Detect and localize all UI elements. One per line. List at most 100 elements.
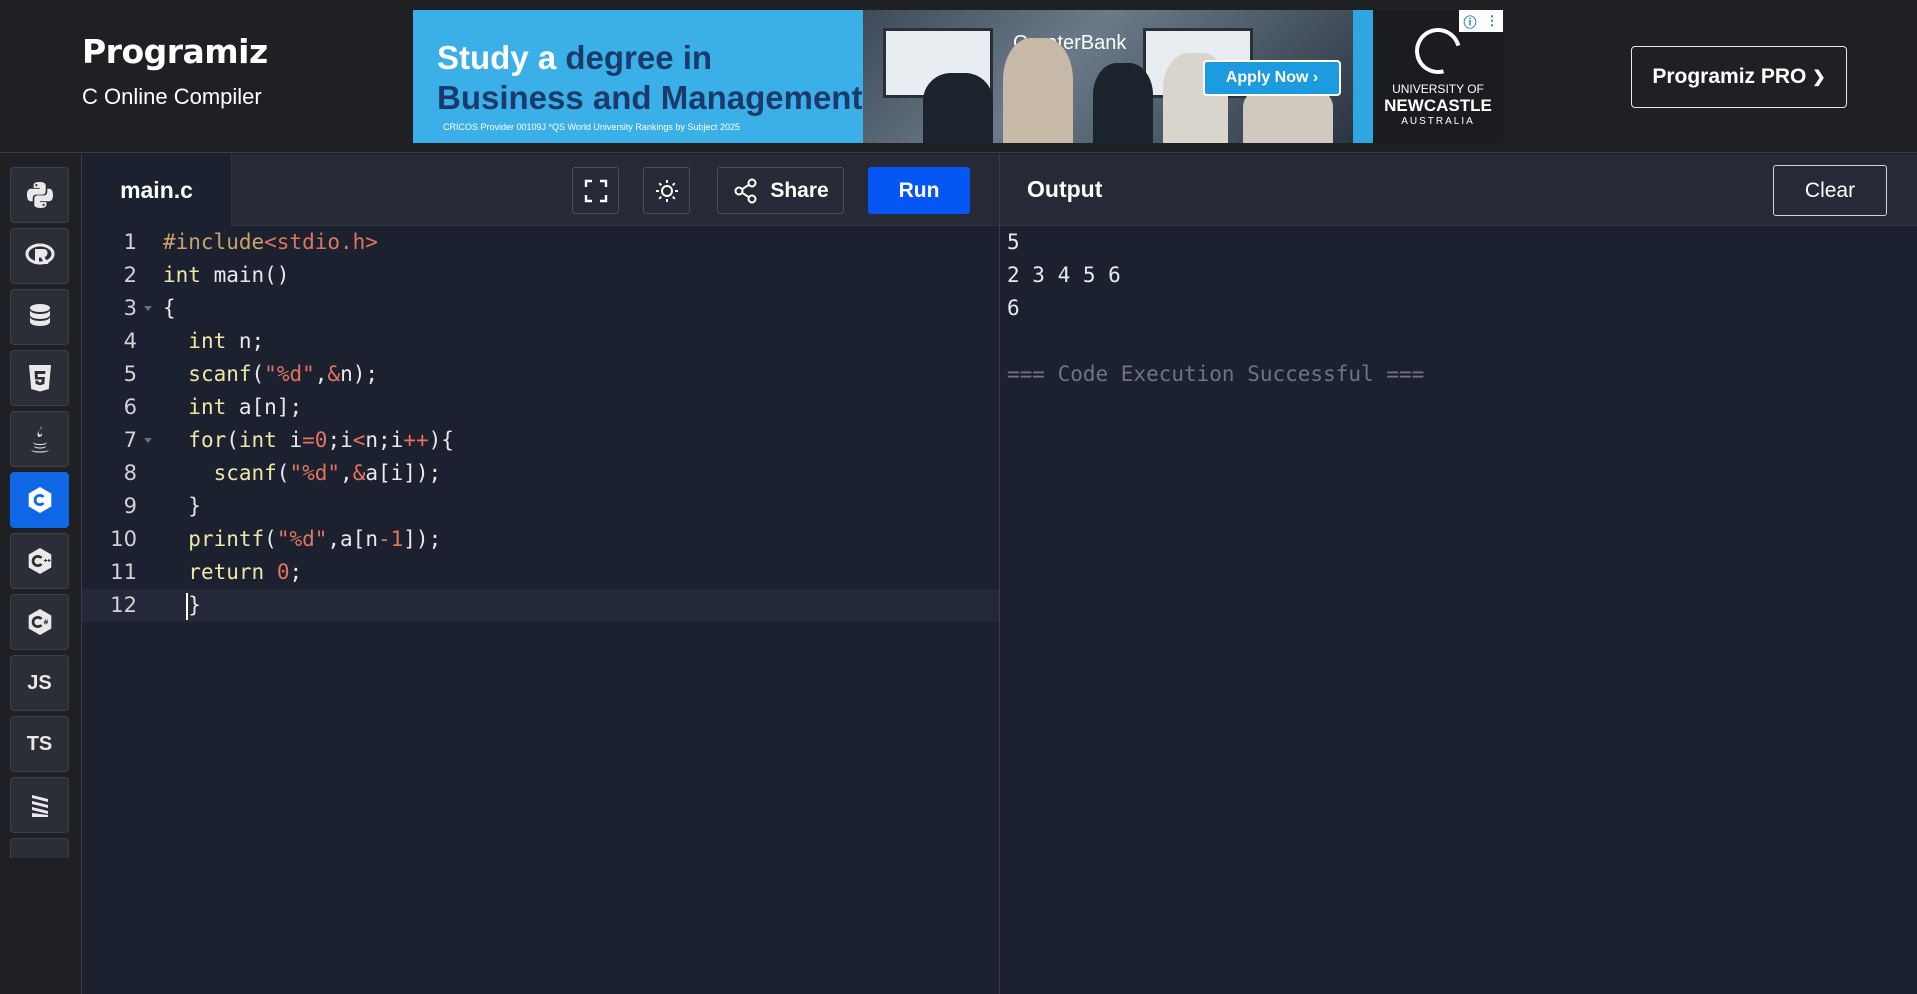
output-console[interactable]: 5 2 3 4 5 6 6 === Code Execution Success…: [1007, 226, 1424, 391]
swift-icon: [31, 795, 48, 817]
advertisement-banner[interactable]: Study a degree in Business and Managemen…: [413, 10, 1503, 143]
csharp-icon: [28, 609, 51, 635]
top-header: Programiz C Online Compiler Study a degr…: [0, 0, 1917, 153]
ad-apply-label: Apply Now: [1225, 69, 1309, 86]
ad-headline: Study a degree in Business and Managemen…: [437, 38, 862, 118]
programiz-pro-button[interactable]: Programiz PRO ❯: [1631, 46, 1847, 108]
cpp-icon: [28, 548, 51, 574]
run-button[interactable]: Run: [868, 167, 970, 214]
tab-main-c[interactable]: main.c: [82, 154, 232, 226]
sidebar-item-python[interactable]: [10, 167, 69, 223]
sidebar-item-swift[interactable]: [10, 777, 69, 833]
output-line: 6: [1007, 296, 1020, 320]
line-number: 5: [123, 362, 137, 386]
code-line-text: }: [163, 589, 201, 622]
theme-toggle-button[interactable]: [643, 167, 690, 214]
pro-button-label: Programiz PRO: [1652, 65, 1807, 88]
ad-choices[interactable]: ⓘ ⋮: [1459, 10, 1503, 32]
line-number: 8: [123, 461, 137, 485]
sidebar-item-csharp[interactable]: [10, 594, 69, 650]
code-line-text: int a[n];: [188, 395, 303, 419]
line-number: 7: [123, 428, 137, 452]
line-number: 6: [123, 395, 137, 419]
sidebar-item-html[interactable]: [10, 350, 69, 406]
fullscreen-icon: [584, 179, 607, 202]
share-icon: [734, 178, 757, 203]
line-number: 1: [123, 230, 137, 254]
ad-person: [1093, 63, 1153, 143]
code-editor-pane: main.c Share Run 1 #include<stdio.h> 2 i…: [82, 154, 999, 994]
sidebar-item-c[interactable]: [10, 472, 69, 528]
sidebar-item-javascript[interactable]: JS: [10, 655, 69, 711]
code-line: 10 printf("%d",a[n-1]);: [82, 523, 999, 556]
line-number: 2: [123, 263, 137, 287]
ad-person: [1003, 38, 1073, 143]
code-line-active: 12 }: [82, 589, 999, 622]
code-line-text: printf("%d",a[n-1]);: [188, 527, 442, 551]
code-line: 8 scanf("%d",&a[i]);: [82, 457, 999, 490]
ad-uni-line1: UNIVERSITY OF: [1392, 82, 1484, 96]
line-number: 4: [123, 329, 137, 353]
code-line-text: scanf("%d",&a[i]);: [213, 461, 442, 485]
sidebar-item-java[interactable]: [10, 411, 69, 467]
output-title: Output: [1027, 176, 1103, 202]
sidebar-item-cpp[interactable]: [10, 533, 69, 589]
ad-headline-part1: Study a: [437, 39, 566, 76]
code-line-text: return 0;: [188, 560, 303, 584]
code-line-text: }: [163, 494, 201, 518]
code-line: 5 scanf("%d",&n);: [82, 358, 999, 391]
ad-apply-button[interactable]: Apply Now ›: [1203, 60, 1341, 96]
code-line: 6 int a[n];: [82, 391, 999, 424]
fold-arrow-icon[interactable]: [144, 306, 152, 311]
text-cursor: [186, 592, 189, 620]
chevron-right-icon: ❯: [1812, 69, 1826, 86]
theme-toggle-icon: [655, 179, 678, 202]
execution-status: === Code Execution Successful ===: [1007, 362, 1425, 386]
share-label: Share: [770, 178, 829, 202]
more-vertical-icon[interactable]: ⋮: [1485, 13, 1498, 29]
output-line: 2 3 4 5 6: [1007, 263, 1121, 287]
database-icon: [29, 304, 50, 326]
ad-uni-line3: AUSTRALIA: [1401, 116, 1475, 127]
sidebar-item-r[interactable]: [10, 228, 69, 284]
code-line: 9 }: [82, 490, 999, 523]
code-line: 4 int n;: [82, 325, 999, 358]
sidebar-item-sql[interactable]: [10, 289, 69, 345]
line-number: 9: [123, 494, 137, 518]
ad-fine-print: CRICOS Provider 00109J *QS World Univers…: [443, 122, 740, 132]
share-button[interactable]: Share: [717, 167, 844, 214]
ad-text-panel: Study a degree in Business and Managemen…: [413, 10, 863, 143]
code-line-text: int main(): [163, 263, 290, 287]
programiz-logo[interactable]: Programiz C Online Compiler: [82, 30, 282, 110]
code-line: 3 {: [82, 292, 999, 325]
page-subtitle: C Online Compiler: [82, 84, 262, 109]
output-pane: Output Clear 5 2 3 4 5 6 6 === Code Exec…: [999, 154, 1917, 994]
ad-headline-part2: degree in: [565, 39, 713, 76]
line-number: 11: [110, 560, 137, 584]
clear-button[interactable]: Clear: [1773, 165, 1887, 216]
javascript-label: JS: [27, 671, 52, 694]
fold-arrow-icon[interactable]: [144, 438, 152, 443]
code-line: 1 #include<stdio.h>: [82, 226, 999, 259]
html5-icon: [28, 365, 51, 392]
sidebar-item-more[interactable]: [10, 838, 69, 858]
output-line: 5: [1007, 230, 1020, 254]
code-line: 2 int main(): [82, 259, 999, 292]
code-line-text: for(int i=0;i<n;i++){: [188, 428, 454, 452]
code-area[interactable]: 1 #include<stdio.h> 2 int main() 3 { 4 i…: [82, 226, 999, 994]
code-line-text: scanf("%d",&n);: [188, 362, 378, 386]
typescript-label: TS: [26, 732, 53, 755]
language-sidebar: JS TS: [0, 154, 82, 994]
fullscreen-button[interactable]: [572, 167, 619, 214]
java-icon: [30, 426, 49, 453]
line-number: 12: [110, 593, 137, 617]
code-line: 7 for(int i=0;i<n;i++){: [82, 424, 999, 457]
line-number: 3: [123, 296, 137, 320]
sidebar-item-typescript[interactable]: TS: [10, 716, 69, 772]
python-icon: [26, 182, 53, 208]
code-line-text: int n;: [188, 329, 265, 353]
output-toolbar: Output Clear: [1000, 154, 1917, 226]
info-icon[interactable]: ⓘ: [1463, 12, 1476, 31]
ad-uni-line2: NEWCASTLE: [1384, 96, 1492, 115]
c-icon: [28, 487, 51, 513]
